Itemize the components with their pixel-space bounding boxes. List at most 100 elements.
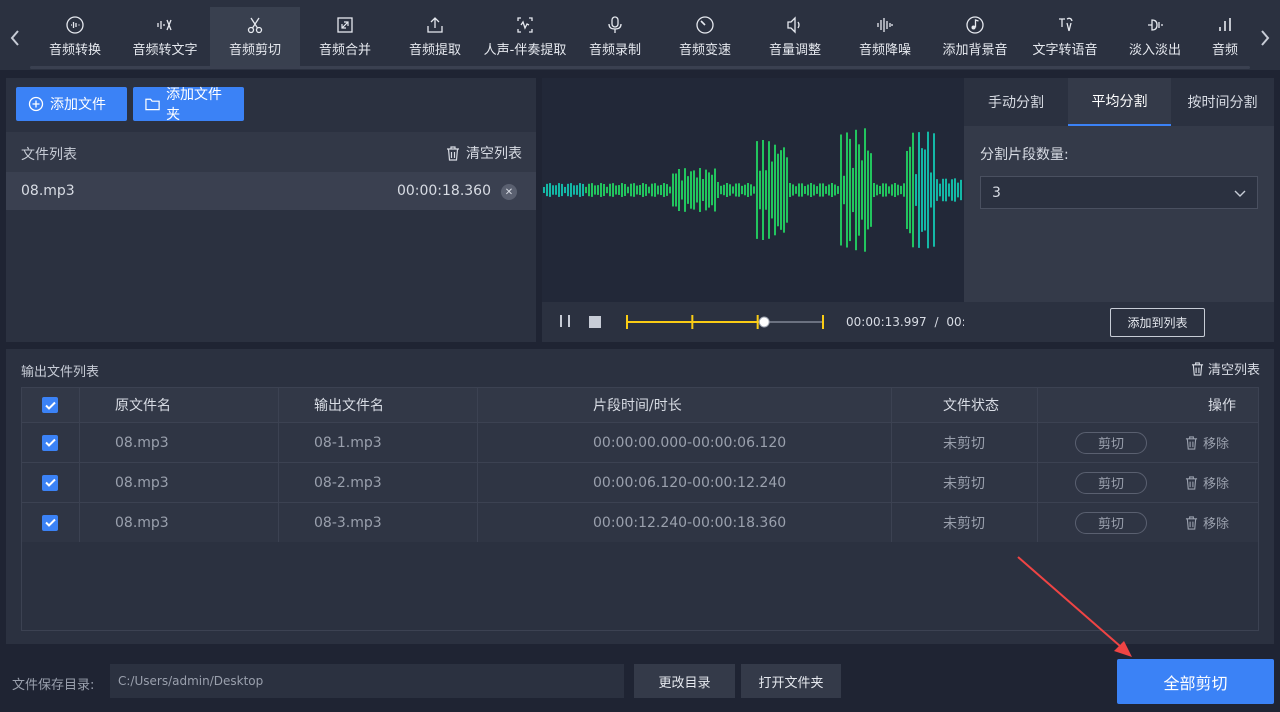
segment-count-label: 分割片段数量:	[980, 147, 1069, 163]
add-folder-button[interactable]: 添加文件夹	[133, 87, 244, 123]
row-remove-button[interactable]: 移除	[1185, 423, 1229, 462]
segment-count-value: 3	[992, 184, 1001, 201]
header-segment-time: 片段时间/时长	[593, 398, 682, 414]
row-file-status: 未剪切	[943, 515, 985, 532]
row-checkbox[interactable]	[42, 463, 58, 502]
tab-manual-split[interactable]: 手动分割	[964, 78, 1068, 126]
column-divider	[79, 388, 80, 542]
clear-output-list-button[interactable]: 清空列表	[1191, 359, 1260, 378]
nav-item[interactable]: 音频转换	[30, 7, 120, 67]
row-segment-time: 00:00:00.000-00:00:06.120	[593, 434, 787, 451]
current-time: 00:00:13.997	[846, 315, 927, 329]
tab-time-split[interactable]: 按时间分割	[1171, 78, 1274, 126]
output-list-title: 输出文件列表	[21, 365, 100, 380]
add-to-list-button[interactable]: 添加到列表	[1110, 308, 1205, 337]
row-checkbox[interactable]	[42, 423, 58, 462]
table-row[interactable]: 08.mp3 08-2.mp3 00:00:06.120-00:00:12.240 未…	[22, 462, 1258, 502]
select-all-checkbox[interactable]	[42, 388, 58, 422]
remove-file-close-icon[interactable]: ✕	[501, 184, 517, 200]
nav-item-label: 音频提取	[408, 43, 461, 58]
nav-item[interactable]: 音频剪切	[210, 7, 300, 67]
row-source-name: 08.mp3	[115, 474, 169, 491]
header-file-status: 文件状态	[943, 398, 999, 414]
save-directory-input[interactable]	[110, 664, 624, 698]
annotation-arrow	[1017, 556, 1132, 657]
nav-next-arrow-icon[interactable]	[1250, 18, 1280, 58]
nav-item[interactable]: 音频录制	[570, 7, 660, 67]
bars-icon	[1215, 15, 1235, 35]
stop-icon[interactable]	[589, 316, 601, 332]
nav-item-label: 文字转语音	[1032, 43, 1098, 58]
tab-average-split[interactable]: 平均分割	[1068, 78, 1171, 126]
trash-icon	[1185, 515, 1198, 530]
table-header: 原文件名 输出文件名 片段时间/时长 文件状态 操作	[22, 388, 1258, 422]
folder-icon	[145, 98, 160, 111]
nav-item[interactable]: 文字转语音	[1020, 7, 1110, 67]
top-nav: 音频转换 音频转文字 音频剪切 音频合并 音频提取 人声-伴奏提取 音频录制 音频变速 音量调整…	[0, 0, 1280, 70]
nav-item[interactable]: 音量调整	[750, 7, 840, 67]
row-file-status: 未剪切	[943, 435, 985, 452]
nav-item[interactable]: 音频降噪	[840, 7, 930, 67]
file-list-header: 文件列表 清空列表	[6, 132, 536, 172]
header-source-name: 原文件名	[115, 398, 171, 414]
file-duration: 00:00:18.360	[396, 183, 491, 199]
nav-item[interactable]: 音频合并	[300, 7, 390, 67]
nav-item-label: 淡入淡出	[1128, 43, 1181, 58]
cut-button-label: 剪切	[1075, 471, 1147, 494]
cut-all-button[interactable]: 全部剪切	[1117, 659, 1274, 704]
clear-file-list-button[interactable]: 清空列表	[446, 143, 522, 163]
nav-item-label: 音频转文字	[132, 43, 198, 58]
add-file-label: 添加文件	[50, 97, 106, 113]
save-directory-label: 文件保存目录:	[12, 678, 95, 693]
time-separator: /	[934, 315, 939, 329]
row-output-name: 08-1.mp3	[314, 434, 382, 451]
add-file-button[interactable]: 添加文件	[16, 87, 127, 121]
row-remove-button[interactable]: 移除	[1185, 463, 1229, 502]
playback-timeline-slider[interactable]	[622, 312, 827, 332]
segment-count-select[interactable]: 3	[980, 176, 1258, 209]
nav-item[interactable]: 音频提取	[390, 7, 480, 67]
nav-item-label: 音频合并	[318, 43, 371, 58]
trash-icon	[1191, 361, 1204, 376]
nav-item[interactable]: 音频	[1200, 7, 1250, 67]
nav-item[interactable]: 淡入淡出	[1110, 7, 1200, 67]
microphone-icon	[605, 15, 625, 35]
nav-item[interactable]: 音频转文字	[120, 7, 210, 67]
nav-item[interactable]: 人声-伴奏提取	[480, 7, 570, 67]
row-file-status: 未剪切	[943, 475, 985, 492]
waveform-icon	[65, 15, 85, 35]
header-actions: 操作	[1208, 398, 1236, 414]
text-speech-icon	[1055, 15, 1075, 35]
table-row[interactable]: 08.mp3 08-1.mp3 00:00:00.000-00:00:06.120 未…	[22, 422, 1258, 462]
nav-prev-arrow-icon[interactable]	[0, 18, 30, 58]
row-cut-button[interactable]: 剪切	[1075, 463, 1147, 502]
nav-item-label: 音频转换	[48, 43, 101, 58]
table-row[interactable]: 08.mp3 08-3.mp3 00:00:12.240-00:00:18.360 未…	[22, 502, 1258, 542]
file-name: 08.mp3	[21, 183, 75, 199]
change-directory-button[interactable]: 更改目录	[634, 664, 735, 698]
nav-item-label: 添加背景音	[942, 43, 1008, 58]
pause-icon[interactable]	[558, 315, 572, 331]
row-remove-button[interactable]: 移除	[1185, 503, 1229, 542]
volume-icon	[785, 15, 805, 35]
nav-item-label: 音频降噪	[858, 43, 911, 58]
open-folder-button[interactable]: 打开文件夹	[741, 664, 841, 698]
waveform-panel[interactable]	[542, 78, 964, 302]
column-divider	[1037, 388, 1038, 542]
row-cut-button[interactable]: 剪切	[1075, 423, 1147, 462]
file-list-item[interactable]: 08.mp3 00:00:18.360 ✕	[6, 172, 536, 210]
remove-label: 移除	[1203, 517, 1230, 532]
nav-item-label: 音频	[1211, 43, 1238, 58]
nav-item-label: 人声-伴奏提取	[483, 43, 567, 58]
row-cut-button[interactable]: 剪切	[1075, 503, 1147, 542]
nav-item-label: 音频录制	[588, 43, 641, 58]
row-checkbox[interactable]	[42, 503, 58, 542]
nav-item[interactable]: 音频变速	[660, 7, 750, 67]
trash-icon	[447, 145, 459, 161]
nav-item[interactable]: 添加背景音	[930, 7, 1020, 67]
header-output-name: 输出文件名	[314, 398, 384, 414]
row-output-name: 08-3.mp3	[314, 514, 382, 531]
clear-file-list-label: 清空列表	[466, 146, 522, 162]
split-settings-panel: 手动分割 平均分割 按时间分割 分割片段数量: 3	[964, 78, 1274, 302]
column-divider	[477, 388, 478, 542]
